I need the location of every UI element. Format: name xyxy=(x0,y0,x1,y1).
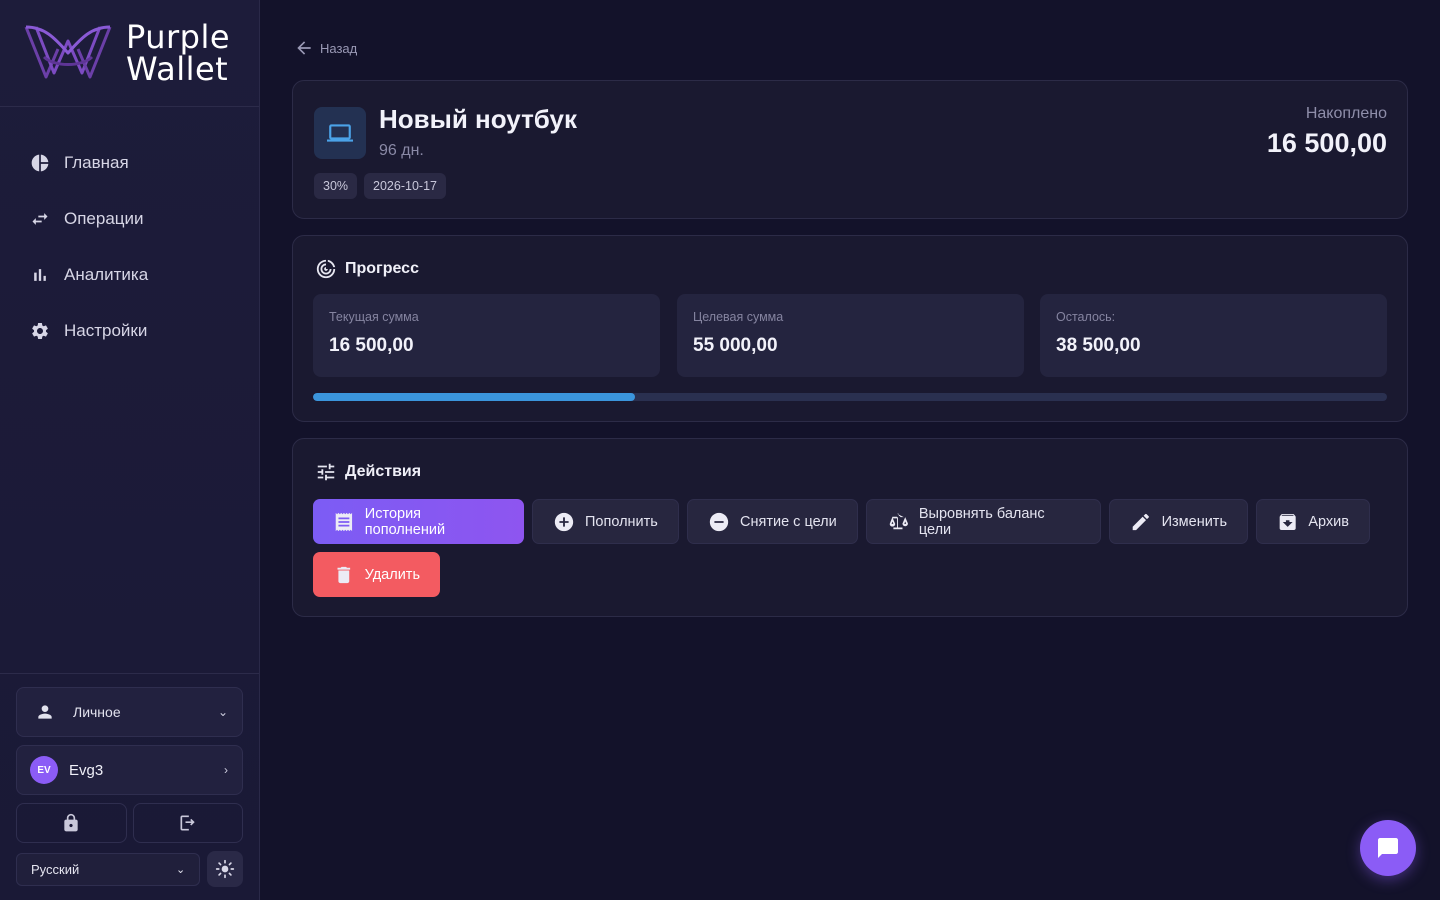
chevron-down-icon: ⌄ xyxy=(217,705,228,719)
remaining-amount-label: Осталось: xyxy=(1056,310,1116,324)
progress-bar xyxy=(313,393,1387,401)
withdraw-button-label: Снятие с цели xyxy=(740,513,837,530)
target-amount-label: Целевая сумма xyxy=(693,310,784,324)
chat-button[interactable] xyxy=(1360,820,1416,876)
chevron-right-icon: › xyxy=(224,763,228,777)
main-nav: Главная Операции Аналитика Настройки xyxy=(0,107,259,359)
actions-heading: Действия xyxy=(315,461,421,483)
bar-chart-icon xyxy=(34,269,46,281)
scales-icon xyxy=(889,513,908,529)
target-progress-icon xyxy=(316,259,336,279)
back-link[interactable]: Назад xyxy=(294,38,357,58)
nav-item-label: Настройки xyxy=(64,321,148,340)
laptop-icon xyxy=(327,124,353,142)
minus-circle-icon xyxy=(709,512,729,531)
percent-chip: 30% xyxy=(314,173,358,199)
user-profile[interactable]: EV Evg3 › xyxy=(16,745,243,795)
goal-chips: 30% 2026-10-17 xyxy=(314,173,446,199)
archive-button-label: Архив xyxy=(1308,513,1349,530)
back-label: Назад xyxy=(320,40,358,56)
arrow-left-icon xyxy=(297,41,311,55)
nav-item-label: Главная xyxy=(64,153,129,172)
logout-icon xyxy=(180,815,195,831)
goal-days-left: 96 дн. xyxy=(379,142,424,159)
nav-item-settings[interactable]: Настройки xyxy=(0,303,259,359)
history-button[interactable]: История пополнений xyxy=(313,499,524,544)
sidebar-footer: Личное ⌄ EV Evg3 › Русский ⌄ xyxy=(0,673,259,900)
edit-button-label: Изменить xyxy=(1161,513,1227,530)
plus-circle-icon xyxy=(554,512,574,531)
chevron-down-icon: ⌄ xyxy=(175,863,186,876)
balance-button[interactable]: Выровнять баланс цели xyxy=(866,499,1101,544)
brand-name: Purple Wallet xyxy=(126,21,230,85)
current-amount-value: 16 500,00 xyxy=(329,335,414,356)
nav-item-home[interactable]: Главная xyxy=(0,135,259,191)
deposit-button-label: Пополнить xyxy=(585,513,658,530)
goal-icon xyxy=(314,107,366,159)
chat-bubble-icon xyxy=(1378,838,1398,858)
account-type-label: Личное xyxy=(73,704,121,720)
sliders-icon xyxy=(317,463,335,481)
quick-actions xyxy=(16,803,243,843)
gear-icon xyxy=(32,323,48,339)
account-type-selector[interactable]: Личное ⌄ xyxy=(16,687,243,737)
progress-heading: Прогресс xyxy=(315,258,419,280)
nav-item-label: Операции xyxy=(64,209,144,228)
avatar: EV xyxy=(30,756,58,784)
deadline-chip: 2026-10-17 xyxy=(364,173,446,199)
target-amount-value: 55 000,00 xyxy=(693,335,778,356)
transfer-arrows-icon xyxy=(32,213,48,225)
current-amount-box: Текущая сумма 16 500,00 xyxy=(313,294,660,377)
history-button-label: История пополнений xyxy=(364,505,446,538)
pencil-icon xyxy=(1132,513,1149,530)
trash-icon xyxy=(337,566,351,583)
sun-icon xyxy=(215,859,235,879)
edit-button[interactable]: Изменить xyxy=(1109,499,1248,544)
actions-card: Действия История пополнений Пополнить Сн… xyxy=(292,438,1408,617)
user-name: Evg3 xyxy=(69,761,104,779)
logo[interactable]: Purple Wallet xyxy=(0,0,259,107)
language-select[interactable]: Русский ⌄ xyxy=(16,852,201,886)
progress-bar-fill xyxy=(313,393,636,401)
goal-title: Новый ноутбук xyxy=(379,104,577,134)
balance-button-label: Выровнять баланс цели xyxy=(918,505,1045,538)
theme-toggle-button[interactable] xyxy=(207,851,243,887)
remaining-amount-value: 38 500,00 xyxy=(1056,335,1141,356)
accumulated-label: Накоплено xyxy=(1305,105,1387,122)
actions-title: Действия xyxy=(345,463,422,480)
withdraw-button[interactable]: Снятие с цели xyxy=(687,499,858,544)
brand-line-2: Wallet xyxy=(126,50,229,88)
current-amount-label: Текущая сумма xyxy=(329,310,419,324)
lock-button[interactable] xyxy=(16,803,127,843)
goal-header-card: Новый ноутбук 96 дн. 30% 2026-10-17 Нако… xyxy=(292,80,1408,219)
delete-button-label: Удалить xyxy=(364,566,420,583)
nav-item-operations[interactable]: Операции xyxy=(0,191,259,247)
person-icon xyxy=(38,705,52,719)
nav-item-label: Аналитика xyxy=(64,265,149,284)
brand-line-1: Purple xyxy=(126,18,231,56)
archive-icon xyxy=(1279,513,1296,530)
progress-card: Прогресс Текущая сумма 16 500,00 Целевая… xyxy=(292,235,1408,422)
language-row: Русский ⌄ xyxy=(16,851,243,887)
delete-button[interactable]: Удалить xyxy=(313,552,440,597)
deposit-button[interactable]: Пополнить xyxy=(532,499,679,544)
target-amount-box: Целевая сумма 55 000,00 xyxy=(677,294,1024,377)
pie-chart-icon xyxy=(31,154,49,172)
archive-button[interactable]: Архив xyxy=(1256,499,1370,544)
nav-item-analytics[interactable]: Аналитика xyxy=(0,247,259,303)
lock-icon xyxy=(64,813,78,832)
sidebar: Purple Wallet Главная Операции Аналитика… xyxy=(0,0,260,900)
purple-wallet-logo-icon xyxy=(24,25,112,79)
logout-button[interactable] xyxy=(132,803,243,843)
remaining-amount-box: Осталось: 38 500,00 xyxy=(1040,294,1387,377)
language-value: Русский xyxy=(31,861,80,877)
receipt-icon xyxy=(335,512,353,531)
accumulated-value: 16 500,00 xyxy=(1266,128,1387,158)
progress-title: Прогресс xyxy=(345,260,419,277)
